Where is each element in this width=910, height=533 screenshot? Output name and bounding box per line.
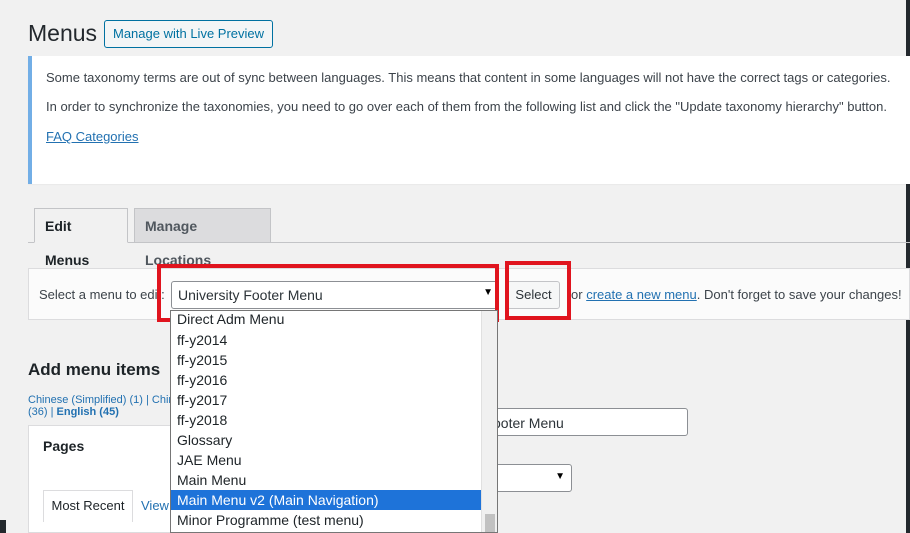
or-text: or — [571, 287, 583, 302]
language-links-line-2[interactable]: (36) | English (45) — [28, 406, 175, 418]
menu-option[interactable]: ff-y2016 — [171, 370, 482, 390]
pages-tabs: Most Recent View — [43, 490, 173, 533]
taxonomy-sync-notice: Some taxonomy terms are out of sync betw… — [28, 56, 910, 184]
menu-name-input[interactable]: ooter Menu — [480, 408, 688, 436]
menu-options-list[interactable]: Direct Adm Menu ff-y2014 ff-y2015 ff-y20… — [170, 310, 498, 533]
menu-option[interactable]: ff-y2018 — [171, 410, 482, 430]
page-title: Menus — [28, 20, 98, 46]
highlight-box-select-button — [505, 261, 571, 320]
menu-option[interactable]: Main Menu — [171, 470, 482, 490]
menu-option-highlighted[interactable]: Main Menu v2 (Main Navigation) — [171, 490, 482, 510]
dropdown-scrollbar[interactable] — [481, 311, 497, 532]
chevron-down-icon: ▼ — [555, 471, 565, 482]
create-new-menu-link[interactable]: create a new menu — [586, 287, 697, 302]
menu-option[interactable]: ff-y2015 — [171, 350, 482, 370]
notice-link-row: FAQ Categories — [46, 129, 139, 144]
save-reminder-text: . Don't forget to save your changes! — [696, 287, 902, 302]
language-links-line-1[interactable]: Chinese (Simplified) (1) | Chin — [28, 394, 175, 406]
menu-option[interactable]: JAE Menu — [171, 450, 482, 470]
nav-tabs: Edit Menus Manage Locations — [28, 208, 910, 268]
menu-option[interactable]: ff-y2014 — [171, 330, 482, 350]
language-filter-links[interactable]: Chinese (Simplified) (1) | Chin (36) | E… — [28, 394, 175, 418]
menu-name-value: ooter Menu — [493, 415, 564, 431]
menu-option[interactable]: Glossary — [171, 430, 482, 450]
sidebar-fragment — [0, 520, 6, 533]
tab-view-all[interactable]: View — [141, 498, 169, 513]
notice-line-1: Some taxonomy terms are out of sync betw… — [46, 70, 891, 85]
menu-option[interactable]: Minor Programme (test menu) — [171, 510, 482, 530]
scrollbar-thumb[interactable] — [485, 514, 495, 532]
manage-live-preview-button[interactable]: Manage with Live Preview — [104, 20, 274, 48]
tab-edit-menus[interactable]: Edit Menus — [34, 208, 128, 268]
language-english-current[interactable]: English (45) — [57, 406, 119, 418]
left-sidebar-edge — [0, 0, 8, 533]
pages-metabox-title[interactable]: Pages — [43, 438, 84, 454]
notice-line-2: In order to synchronize the taxonomies, … — [46, 99, 887, 114]
tab-most-recent[interactable]: Most Recent — [43, 490, 133, 522]
select-menu-label: Select a menu to edit: — [39, 287, 165, 302]
create-menu-text: or create a new menu. Don't forget to sa… — [571, 287, 902, 302]
add-menu-items-heading: Add menu items — [28, 360, 161, 379]
faq-categories-link[interactable]: FAQ Categories — [46, 129, 139, 144]
pages-metabox: Pages Most Recent View — [28, 425, 172, 533]
menu-option[interactable]: Direct Adm Menu — [171, 311, 482, 329]
menu-option[interactable]: ff-y2017 — [171, 390, 482, 410]
language-count: (36) | — [28, 406, 57, 418]
tab-manage-locations[interactable]: Manage Locations — [134, 208, 271, 268]
